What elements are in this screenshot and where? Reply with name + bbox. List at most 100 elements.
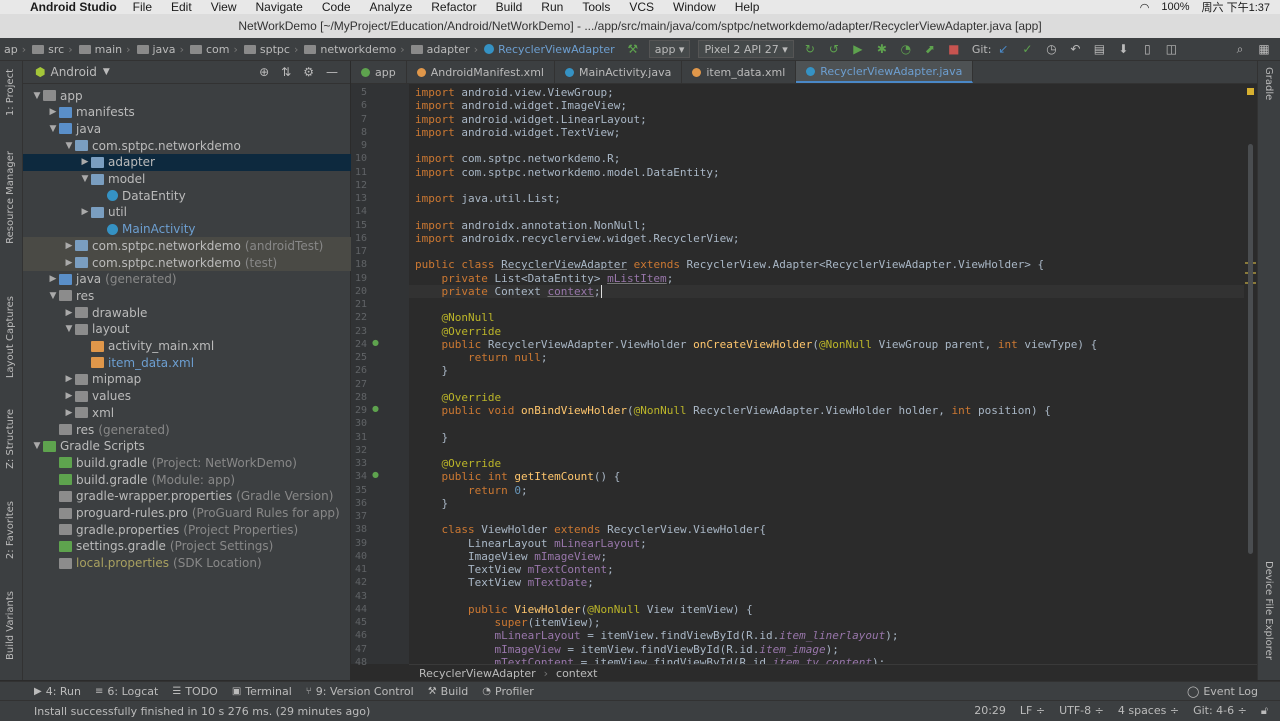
code-line[interactable]: import java.util.List; (415, 192, 561, 205)
battery-level[interactable]: 100% (1161, 1, 1189, 13)
tree-item[interactable]: ▶ util (23, 204, 406, 221)
menu-refactor[interactable]: Refactor (431, 0, 476, 14)
code-line[interactable]: import androidx.annotation.NonNull; (415, 219, 647, 232)
avd-manager-icon[interactable]: ▯ (1139, 41, 1155, 57)
code-line[interactable]: private Context context; (415, 284, 603, 298)
code-line[interactable]: mLinearLayout = itemView.findViewById(R.… (415, 629, 898, 642)
code-line[interactable]: return null; (415, 351, 548, 364)
menu-code[interactable]: Code (322, 0, 351, 14)
menu-vcs[interactable]: VCS (629, 0, 654, 14)
tree-item[interactable]: ▶ mipmap (23, 371, 390, 388)
menu-analyze[interactable]: Analyze (370, 0, 413, 14)
breadcrumb-item[interactable]: java › (136, 43, 184, 56)
breadcrumb-item[interactable]: networkdemo › (304, 43, 405, 56)
chevron-right-icon[interactable]: ▶ (63, 308, 75, 318)
tree-item[interactable]: ▶ xml (23, 404, 390, 421)
tree-item[interactable]: ▶ drawable (23, 304, 390, 321)
breadcrumb-item[interactable]: sptpc › (243, 43, 298, 56)
tree-item[interactable]: ▼ com.sptpc.networkdemo (23, 137, 390, 154)
apply-changes-icon[interactable]: ↻ (802, 41, 818, 57)
search-icon[interactable]: ⌕ (1232, 41, 1248, 57)
breadcrumb-item[interactable]: adapter › (410, 43, 478, 56)
tree-item[interactable]: ▶ adapter (23, 153, 406, 171)
collapse-icon[interactable]: ⇅ (281, 65, 291, 79)
menu-view[interactable]: View (211, 0, 237, 14)
tree-item[interactable]: build.gradle (Project: NetWorkDemo) (23, 454, 374, 471)
chevron-down-icon[interactable]: ▼ (47, 291, 59, 301)
device-select[interactable]: Pixel 2 API 27 ▾ (698, 40, 794, 58)
breadcrumb-item[interactable]: com › (189, 43, 238, 56)
tree-item[interactable]: ▼ app (23, 87, 358, 104)
tree-item[interactable]: ▼ res (23, 287, 374, 304)
profile-icon[interactable]: ◔ (898, 41, 914, 57)
code-line[interactable]: } (415, 497, 448, 510)
override-marker-icon[interactable]: ● (372, 470, 379, 479)
code-line[interactable]: import android.widget.LinearLayout; (415, 113, 647, 126)
tree-item[interactable]: gradle-wrapper.properties (Gradle Version… (23, 488, 374, 505)
tree-item[interactable]: gradle.properties (Project Properties) (23, 521, 374, 538)
code-line[interactable]: import android.widget.ImageView; (415, 99, 627, 112)
tree-item[interactable]: activity_main.xml (23, 338, 406, 355)
tree-item[interactable]: settings.gradle (Project Settings) (23, 538, 374, 555)
code-line[interactable]: return 0; (415, 484, 528, 497)
code-line[interactable]: LinearLayout mLinearLayout; (415, 537, 647, 550)
editor-tab[interactable]: AndroidManifest.xml (407, 61, 555, 83)
menu-navigate[interactable]: Navigate (255, 0, 302, 14)
code-line[interactable]: mImageView = itemView.findViewById(R.id.… (415, 643, 838, 656)
code-line[interactable]: @Override (415, 457, 502, 470)
tree-item[interactable]: ▶ java (generated) (23, 271, 374, 288)
tree-item[interactable]: ▶ values (23, 388, 390, 405)
tool-window-button[interactable]: ☰ TODO (172, 685, 217, 698)
run-config-select[interactable]: app ▾ (648, 40, 691, 58)
wifi-icon[interactable]: ◠ (1140, 1, 1150, 14)
tree-item[interactable]: item_data.xml (23, 354, 406, 371)
chevron-right-icon[interactable]: ▶ (63, 391, 75, 401)
menu-window[interactable]: Window (673, 0, 716, 14)
file-encoding[interactable]: UTF-8 ÷ (1059, 704, 1104, 718)
menu-build[interactable]: Build (496, 0, 523, 14)
editor-tab[interactable]: RecyclerViewAdapter.java (796, 61, 974, 83)
chevron-down-icon[interactable]: ▼ (79, 174, 91, 184)
indent-setting[interactable]: 4 spaces ÷ (1118, 704, 1179, 718)
tree-item[interactable]: local.properties (SDK Location) (23, 555, 374, 572)
code-editor[interactable]: import android.view.ViewGroup; import and… (409, 84, 1244, 664)
hammer-icon[interactable]: ⚒ (625, 41, 641, 57)
breadcrumb-field[interactable]: context (556, 667, 597, 680)
editor-tab[interactable]: item_data.xml (682, 61, 797, 83)
side-tab-gradle[interactable]: Gradle (1263, 67, 1274, 100)
tree-item[interactable]: res (generated) (23, 421, 374, 438)
override-marker-icon[interactable]: ● (372, 338, 379, 347)
code-line[interactable]: @Override (415, 325, 502, 338)
code-line[interactable]: import androidx.recyclerview.widget.Recy… (415, 232, 740, 245)
run-icon[interactable]: ▶ (850, 41, 866, 57)
menu-file[interactable]: File (133, 0, 152, 14)
code-line[interactable]: @Override (415, 391, 502, 404)
attach-debugger-icon[interactable]: ⬈ (922, 41, 938, 57)
side-tab-project[interactable]: 1: Project (5, 69, 16, 116)
side-tab-build-variants[interactable]: Build Variants (5, 591, 16, 660)
git-branch[interactable]: Git: 4-6 ÷ (1193, 704, 1247, 718)
tool-window-button[interactable]: ≡ 6: Logcat (95, 685, 158, 698)
side-tab-resource-manager[interactable]: Resource Manager (5, 151, 16, 244)
project-view-select[interactable]: Android (50, 65, 96, 79)
code-line[interactable]: class ViewHolder extends RecyclerView.Vi… (415, 523, 767, 536)
status-message[interactable]: Install successfully finished in 10 s 27… (34, 705, 370, 718)
stop-icon[interactable]: ■ (946, 41, 962, 57)
grid-icon[interactable]: ▦ (1256, 41, 1272, 57)
tree-item[interactable]: ▼ model (23, 171, 406, 188)
menu-tools[interactable]: Tools (582, 0, 610, 14)
breadcrumb-item[interactable]: RecyclerViewAdapter (484, 43, 615, 56)
code-line[interactable]: @NonNull (415, 311, 495, 324)
code-line[interactable]: public RecyclerViewAdapter.ViewHolder on… (415, 338, 1098, 351)
editor-tab[interactable]: app (351, 61, 407, 83)
layout-inspector-icon[interactable]: ◫ (1163, 41, 1179, 57)
apply-code-changes-icon[interactable]: ↺ (826, 41, 842, 57)
tool-window-button[interactable]: ⚒ Build (428, 685, 469, 698)
code-line[interactable]: import com.sptpc.networkdemo.R; (415, 152, 620, 165)
lock-icon[interactable]: 🔓︎ (1261, 704, 1268, 718)
chevron-right-icon[interactable]: ▶ (79, 157, 91, 167)
event-log-button[interactable]: ◯ Event Log (1187, 685, 1258, 698)
breadcrumb-item[interactable]: ap › (4, 43, 26, 56)
app-menu[interactable]: Android Studio (30, 0, 117, 14)
tree-item[interactable]: ▼ java (23, 120, 374, 137)
